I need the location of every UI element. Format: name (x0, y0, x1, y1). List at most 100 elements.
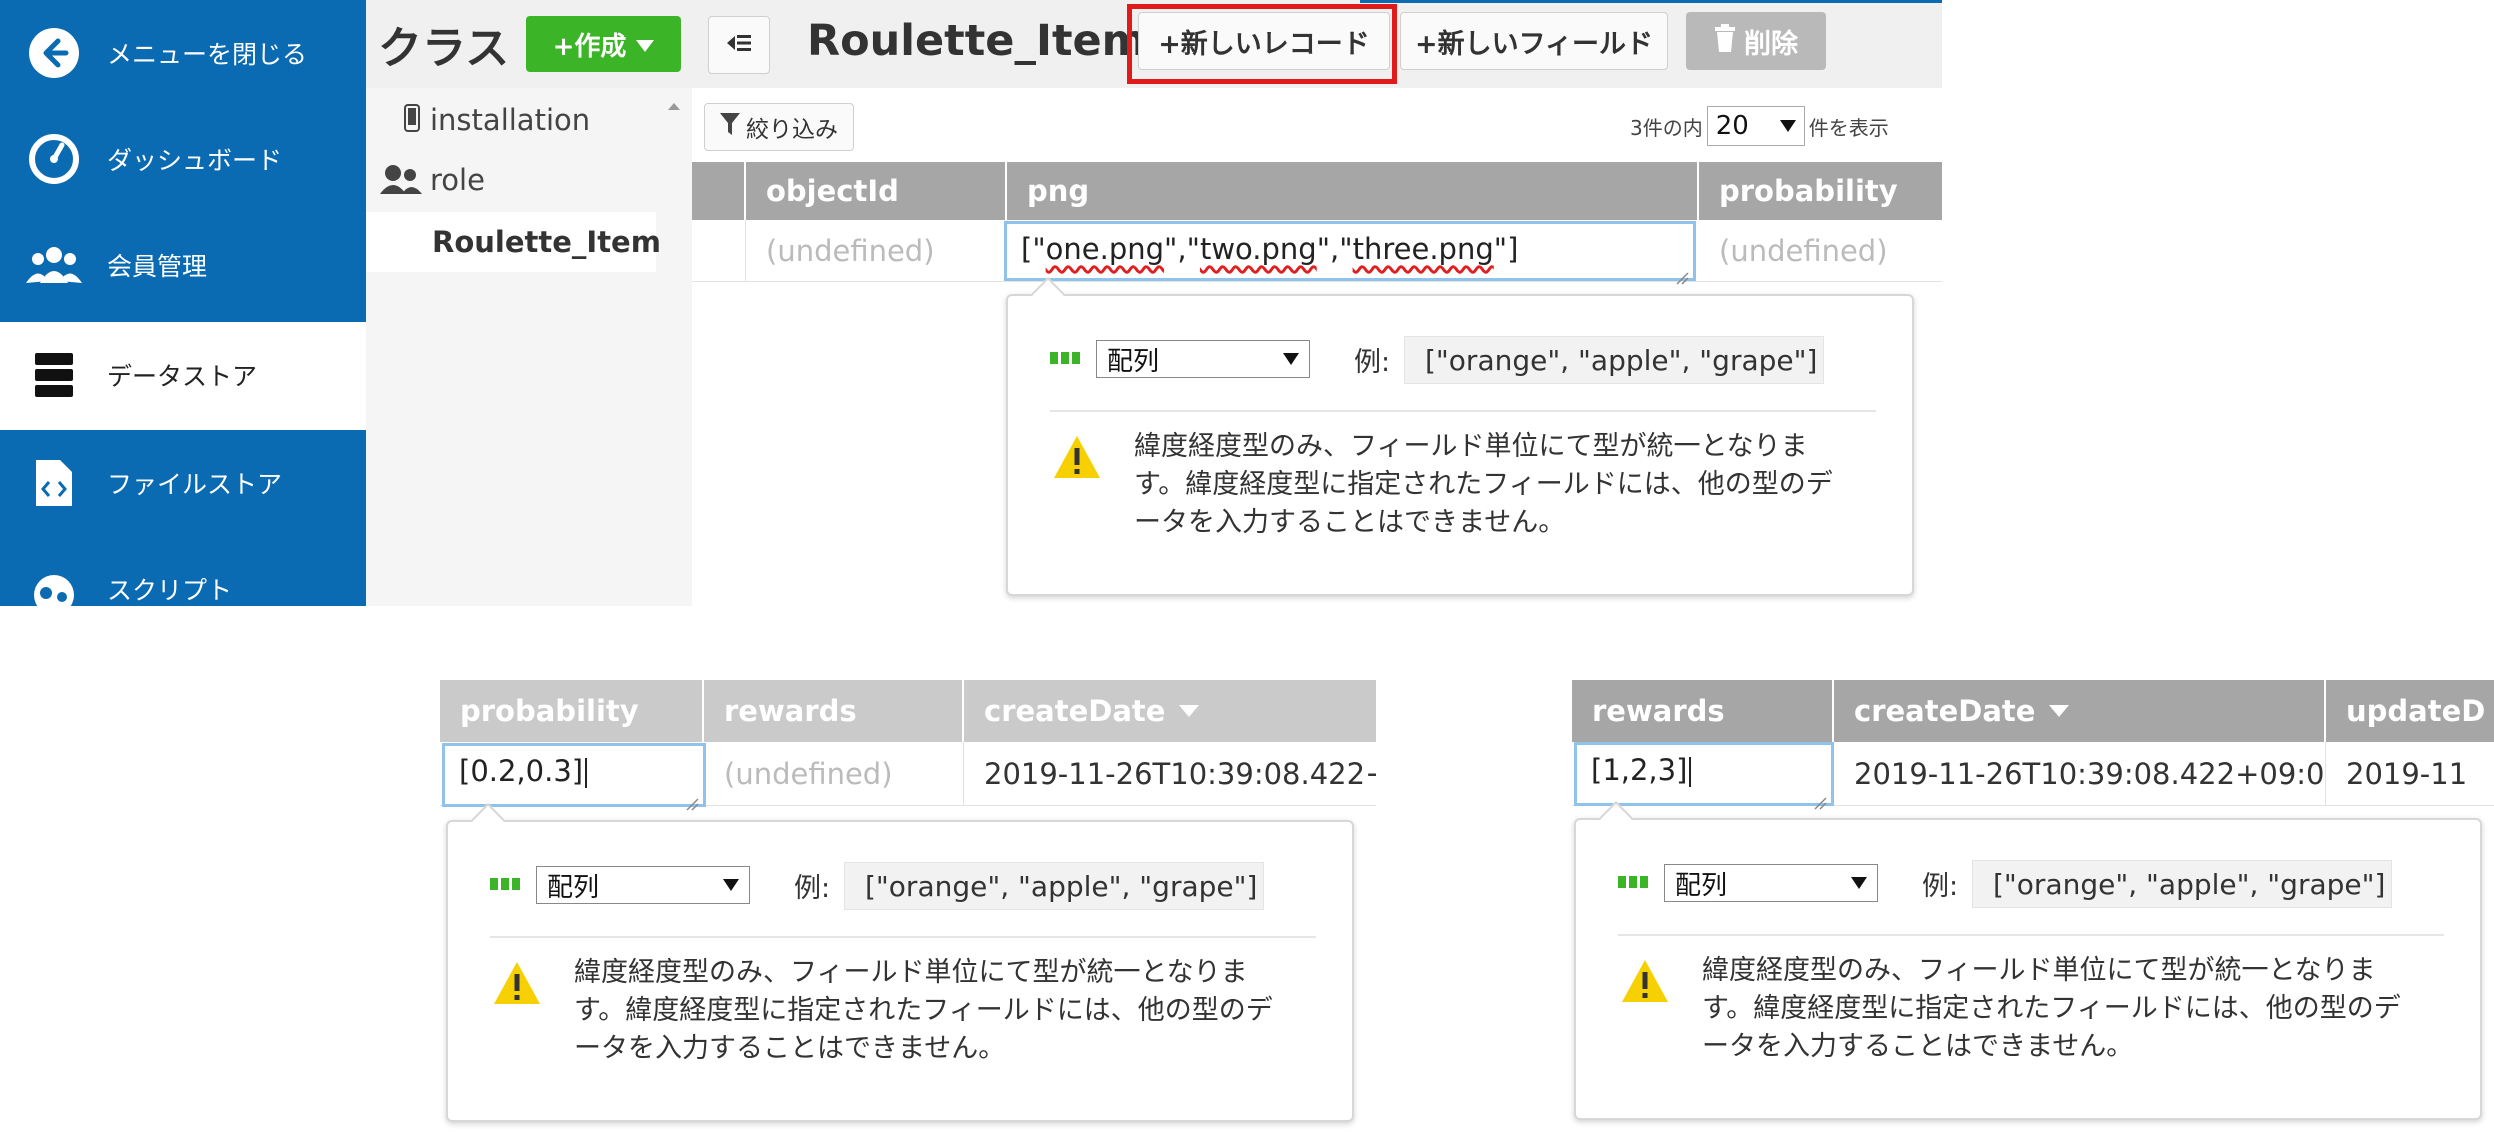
cell-createdate[interactable]: 2019-11-26T10:39:08.422+ (964, 742, 1376, 806)
type-popup-rewards: 配列 例: ["orange", "apple", "grape"] 緯度経度型… (1574, 801, 2482, 1120)
example-value: ["orange", "apple", "grape"] (1404, 336, 1824, 384)
grid3-header: rewards createDate updateD (1572, 680, 2494, 742)
cell-updatedate[interactable]: 2019-11 (2326, 742, 2494, 806)
class-list-scrollbar[interactable] (664, 96, 684, 596)
popup-divider (1618, 934, 2444, 936)
column-header-probability[interactable]: probability (1699, 162, 1942, 220)
column-header-createdate[interactable]: createDate (964, 680, 1376, 742)
caret-down-icon (1851, 877, 1867, 889)
delete-button[interactable]: 削除 (1686, 12, 1826, 70)
row-select-cell[interactable] (692, 220, 746, 282)
delete-button-label: 削除 (1744, 28, 1798, 60)
column-header-updatedate[interactable]: updateD (2326, 680, 2494, 742)
warning-icon (1052, 434, 1102, 480)
rewards-cell-editor[interactable]: [1,2,3] (1574, 742, 1834, 810)
column-header-rewards[interactable]: rewards (1572, 680, 1834, 742)
caret-down-icon (1779, 120, 1796, 132)
sidebar-item-close-menu[interactable]: メニューを閉じる (0, 0, 366, 106)
page-size-select[interactable]: 20 (1706, 106, 1805, 146)
warning-icon (1620, 958, 1670, 1004)
page-size-value: 20 (1715, 111, 1749, 141)
column-header-probability[interactable]: probability (440, 680, 704, 742)
cell-rewards[interactable]: (undefined) (704, 742, 964, 806)
rewards-editor-value: [1,2,3] (1591, 753, 1692, 787)
png-cell-editor[interactable]: ["one.png","two.png","three.png"] (1004, 221, 1696, 285)
example-label: 例: (1354, 346, 1391, 378)
new-field-button[interactable]: +新しいフィールド (1400, 12, 1668, 70)
array-type-icon (1618, 876, 1648, 888)
warning-message: 緯度経度型のみ、フィールド単位にて型が統一となりま す。緯度経度型に指定されたフ… (1702, 955, 2401, 1062)
cell-objectid[interactable]: (undefined) (746, 220, 1007, 282)
sort-desc-icon[interactable] (1179, 705, 1200, 717)
gears-cloud-icon (26, 561, 82, 606)
type-popup-probability: 配列 例: ["orange", "apple", "grape"] 緯度経度型… (446, 803, 1354, 1122)
sidebar-item-filestore[interactable]: ファイルストア (0, 430, 366, 536)
array-type-icon (490, 878, 520, 890)
class-item-role[interactable]: role (366, 150, 656, 210)
sidebar-item-label: データストア (107, 362, 258, 391)
sidebar-item-members[interactable]: 会員管理 (0, 212, 366, 318)
type-select[interactable]: 配列 (1096, 340, 1310, 378)
caret-down-icon (636, 29, 655, 59)
sidebar-item-dashboard[interactable]: ダッシュボード (0, 106, 366, 212)
png-editor-value: ["one.png","two.png","three.png"] (1021, 232, 1519, 266)
cell-probability[interactable]: (undefined) (1699, 220, 1942, 282)
count-prefix: 3件の内 (1630, 115, 1703, 140)
class-item-installation[interactable]: installation (366, 90, 656, 150)
trash-icon (1714, 23, 1736, 59)
column-header-label: createDate (1854, 694, 2036, 728)
caret-down-icon (723, 879, 739, 891)
collapse-panel-button[interactable] (708, 16, 770, 74)
warning-message: 緯度経度型のみ、フィールド単位にて型が統一となりま す。緯度経度型に指定されたフ… (1134, 431, 1833, 538)
phone-icon (404, 104, 420, 139)
type-select-value: 配列 (1675, 870, 1728, 901)
class-item-roulette-item[interactable]: Roulette_Item (366, 212, 661, 272)
cell-createdate[interactable]: 2019-11-26T10:39:08.422+09:00 (1834, 742, 2326, 806)
arrow-left-circle-icon (26, 25, 82, 81)
code-file-icon (26, 455, 82, 511)
popup-pointer (1031, 277, 1065, 311)
column-header-png[interactable]: png (1007, 162, 1699, 220)
sidebar-item-label: スクリプト (107, 576, 233, 605)
resize-grip-icon[interactable] (1811, 783, 1827, 810)
create-button[interactable]: +作成 (526, 16, 681, 72)
popup-pointer (471, 803, 505, 837)
example-label: 例: (794, 872, 831, 904)
column-header-rewards[interactable]: rewards (704, 680, 964, 742)
sort-desc-icon[interactable] (2049, 705, 2070, 717)
database-icon (26, 347, 82, 403)
warning-icon (492, 960, 542, 1006)
scroll-up-icon[interactable] (664, 96, 684, 116)
column-header-createdate[interactable]: createDate (1834, 680, 2326, 742)
class-list: installation role Roulette_Item (366, 88, 692, 606)
resize-grip-icon[interactable] (1673, 258, 1689, 285)
type-popup-png: 配列 例: ["orange", "apple", "grape"] 緯度経度型… (1006, 277, 1914, 596)
probability-editor-value: [0.2,0.3] (459, 754, 588, 788)
sidebar-item-script[interactable]: スクリプト (0, 536, 366, 606)
record-title: Roulette_Item (807, 16, 1147, 66)
column-header-objectid[interactable]: objectId (746, 162, 1007, 220)
grid1-header: objectId png probability (692, 162, 1942, 220)
top-accent-line (1360, 0, 1942, 3)
array-type-icon (1050, 352, 1080, 364)
popup-divider (490, 936, 1316, 938)
new-record-highlight-box (1127, 4, 1397, 84)
sidebar-item-label: ファイルストア (107, 470, 283, 499)
popup-pointer (1599, 801, 1633, 835)
probability-cell-editor[interactable]: [0.2,0.3] (442, 743, 706, 811)
grid2-header: probability rewards createDate (440, 680, 1376, 742)
type-select[interactable]: 配列 (1664, 864, 1878, 902)
sidebar-item-datastore[interactable]: データストア (0, 322, 366, 428)
warning-message: 緯度経度型のみ、フィールド単位にて型が統一となりま す。緯度経度型に指定されたフ… (574, 957, 1273, 1064)
type-select[interactable]: 配列 (536, 866, 750, 904)
funnel-icon (720, 113, 740, 141)
sidebar-item-label: ダッシュボード (107, 146, 283, 175)
class-panel-header: クラス +作成 (366, 0, 692, 88)
create-button-label: +作成 (552, 31, 627, 62)
sidebar-item-label: メニューを閉じる (107, 40, 308, 69)
filter-button[interactable]: 絞り込み (704, 103, 854, 151)
resize-grip-icon[interactable] (683, 784, 699, 811)
class-item-label: Roulette_Item (432, 225, 661, 259)
class-panel-title: クラス (378, 23, 510, 74)
collapse-left-icon (725, 30, 753, 61)
